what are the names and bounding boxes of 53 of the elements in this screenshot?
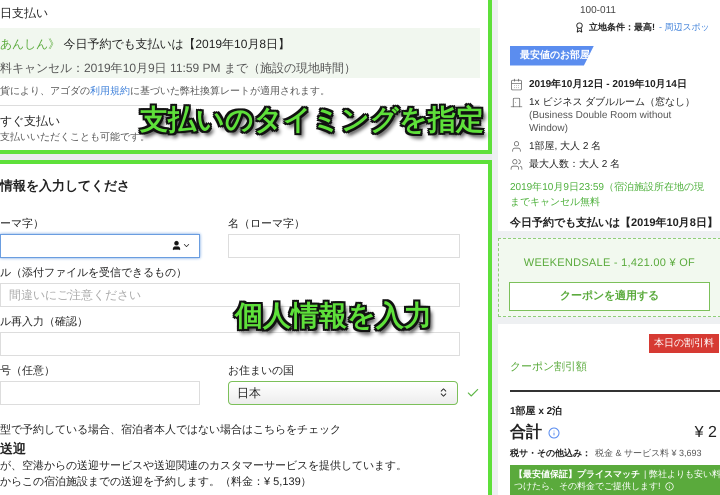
- award-icon: [574, 22, 585, 34]
- detail-text: 1x ビジネス ダブルルーム（窓なし）: [529, 96, 696, 108]
- field-label: ル（添付ファイルを受信できるもの）: [0, 266, 188, 278]
- transfer-option: からこの宿泊施設までの送迎を予約します。（料金：¥ 5,139）: [0, 474, 480, 488]
- coupon-code: WEEKENDSALE - 1,421.00 ¥ OF: [522, 256, 696, 271]
- updown-icon: [438, 387, 449, 398]
- input-field[interactable]: [0, 234, 200, 258]
- field-label: お住まいの国: [228, 364, 295, 376]
- guarantee-text: つけたら、その料金でご提供します!: [514, 480, 661, 492]
- detail-text: (Business Double Room without: [529, 108, 672, 122]
- apply-coupon-button[interactable]: クーポンを適用する: [509, 282, 710, 310]
- field-label: 号（任意）: [0, 364, 56, 376]
- detail-text: 最大人数：大人 2 名: [529, 158, 620, 170]
- calendar-icon: [510, 78, 523, 90]
- transfer-heading: 送迎: [0, 440, 27, 456]
- brand-text: あんしん》: [0, 37, 60, 51]
- rate-note: 貨により、アゴダの利用規約に基づいた弊社換算レートが適用されます。: [0, 84, 331, 99]
- option-title: すぐ支払い: [0, 113, 60, 130]
- coupon-label: クーポン割引額: [510, 360, 588, 375]
- check-text: 型で予約している場合、宿泊者本人ではない場合はこちらをチェック: [0, 422, 342, 436]
- pay-date-text: 今日予約でも支払いは【2019年10月8日】: [63, 37, 290, 51]
- rooms-text: 1部屋 x 2泊: [510, 404, 564, 418]
- field-label: ル再入力（確認）: [0, 316, 89, 328]
- contact-icon[interactable]: [171, 240, 191, 251]
- room-icon: [510, 96, 523, 108]
- info-icon[interactable]: [548, 426, 560, 438]
- total-price: ¥ 2: [694, 422, 717, 442]
- tax-label: 税サ・その他込み：: [510, 446, 591, 460]
- postcode-text: 100-011: [580, 4, 617, 18]
- tax-text: 税金 & サービス料 ¥ 3,693: [595, 446, 702, 460]
- group-icon: [510, 158, 523, 170]
- detail-text: 2019年10月12日 - 2019年10月14日: [529, 78, 687, 90]
- person-icon: [510, 140, 523, 152]
- field-label: 名（ローマ字）: [228, 218, 306, 230]
- terms-link[interactable]: 利用規約: [90, 86, 130, 97]
- cancel-text: 料キャンセル：2019年10月9日 11:59 PM まで（施設の現地時間）: [0, 60, 357, 77]
- nearby-link[interactable]: - 周辺スポッ: [659, 21, 710, 34]
- field-label: ーマ字）: [0, 218, 45, 230]
- country-select[interactable]: 日本: [228, 380, 458, 404]
- cheapest-tag: 最安値のお部屋: [510, 46, 594, 66]
- pay-date-text: 今日予約でも支払いは【2019年10月8日】: [510, 216, 719, 230]
- guarantee-title: 【最安値保証】プライスマッチ: [514, 468, 640, 480]
- option-subtitle: 支払いいただくことも可能です。: [0, 132, 150, 145]
- discount-badge: 本日の割引料: [648, 334, 719, 353]
- total-label: 合計: [510, 422, 542, 442]
- free-cancel-text: 2019年10月9日23:59（宿泊施設所在地の現: [510, 180, 705, 194]
- detail-text: 1部屋, 大人 2 名: [529, 140, 602, 152]
- transfer-text: が、空港からの送迎サービスや送迎関連のカスタマーサービスを提供しています。: [0, 458, 408, 472]
- section-title: 日支払い: [0, 5, 49, 22]
- detail-text: Window): [529, 122, 569, 134]
- location-text: 立地条件：最高!: [589, 21, 655, 34]
- caption-text: 支払いのタイミングを指定: [140, 106, 484, 134]
- free-cancel-text: までキャンセル無料: [510, 196, 601, 210]
